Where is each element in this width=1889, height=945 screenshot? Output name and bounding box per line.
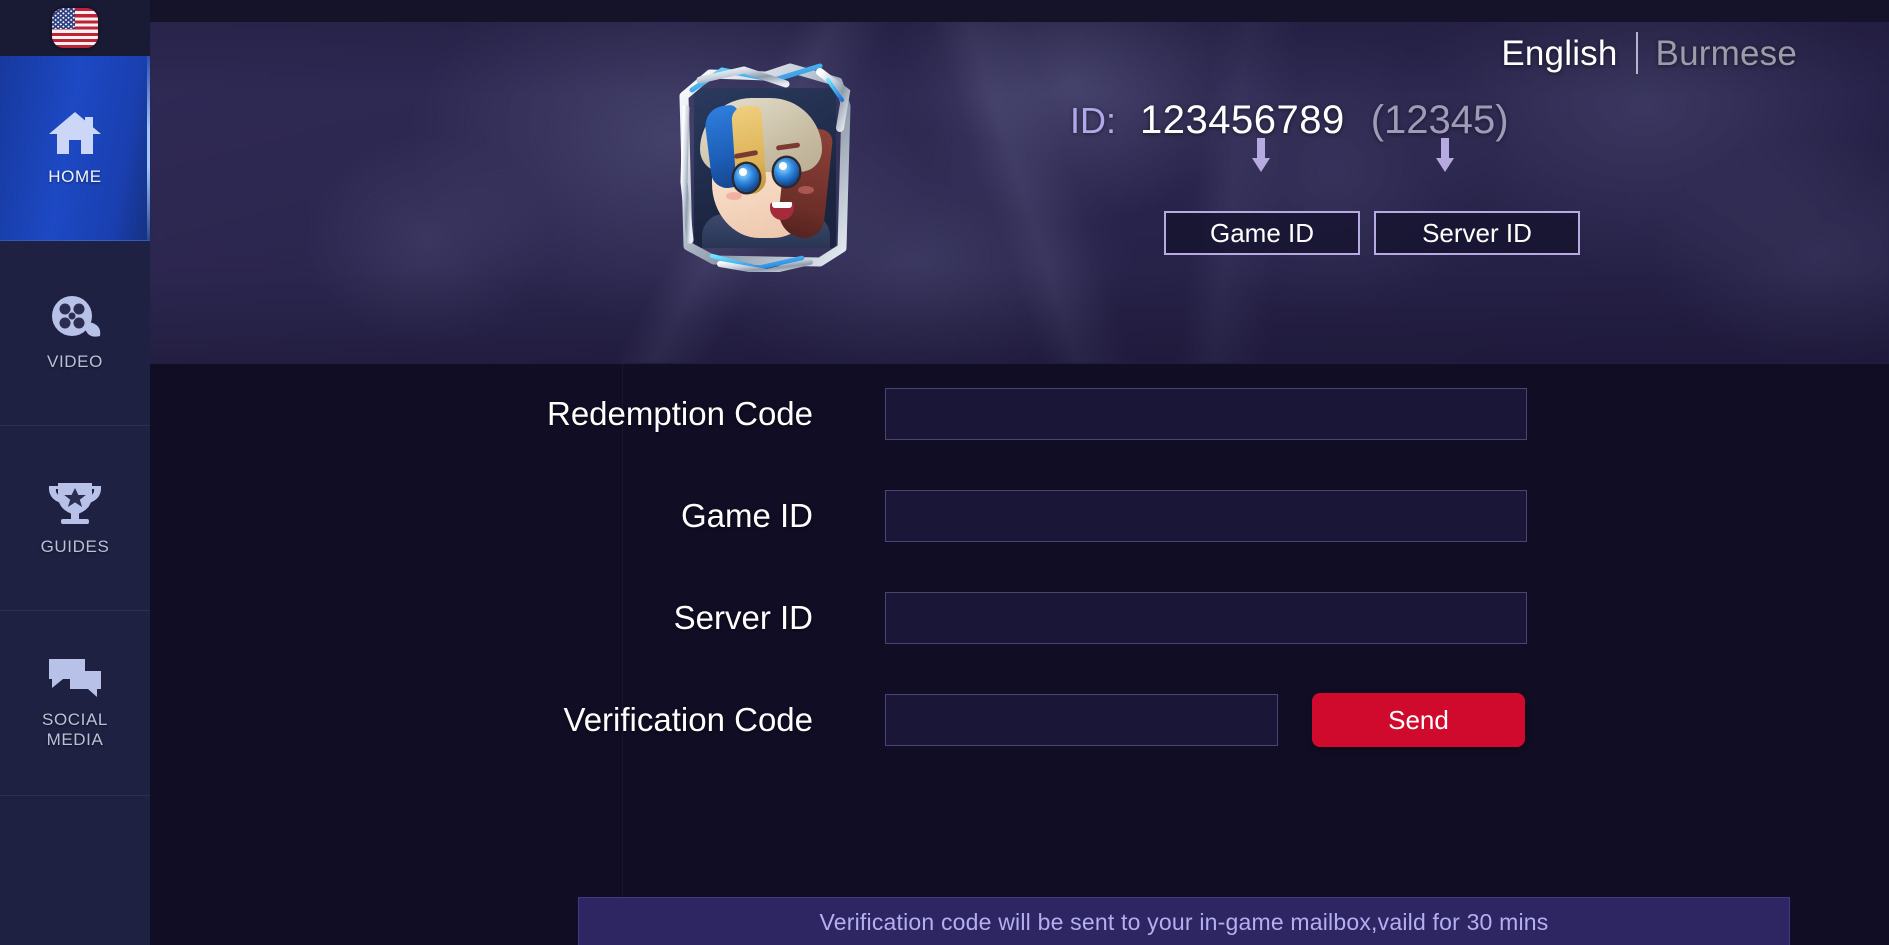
chat-icon	[46, 656, 104, 700]
form-panel: Redemption Code Game ID Server ID Verifi…	[150, 363, 1889, 945]
player-id-line: ID: 123456789 (12345)	[1070, 98, 1509, 143]
flag-stars	[52, 8, 75, 30]
form-row-redemption-code: Redemption Code	[150, 363, 1889, 465]
form-row-verification-code: Verification Code Send	[150, 669, 1889, 771]
tag-server-id: Server ID	[1374, 211, 1580, 255]
sidebar: HOME VIDEO GUIDES SOCIAL MEDIA	[0, 0, 150, 945]
send-button[interactable]: Send	[1312, 693, 1525, 747]
language-option-english[interactable]: English	[1483, 36, 1635, 71]
sidebar-item-video[interactable]: VIDEO	[0, 241, 150, 426]
sidebar-item-social-media[interactable]: SOCIAL MEDIA	[0, 611, 150, 796]
game-id-input[interactable]	[885, 490, 1527, 542]
sidebar-item-label: VIDEO	[47, 352, 103, 372]
sidebar-item-guides[interactable]: GUIDES	[0, 426, 150, 611]
language-option-burmese[interactable]: Burmese	[1638, 36, 1815, 71]
verification-code-input[interactable]	[885, 694, 1278, 746]
top-strip	[150, 0, 1889, 22]
sidebar-item-label: GUIDES	[40, 537, 110, 557]
avatar-frame-icon	[679, 63, 851, 272]
trophy-icon	[46, 479, 104, 527]
redemption-form: Redemption Code Game ID Server ID Verifi…	[150, 363, 1889, 771]
verification-notice: Verification code will be sent to your i…	[578, 897, 1790, 945]
avatar	[670, 62, 860, 272]
redemption-code-input[interactable]	[885, 388, 1527, 440]
home-icon	[48, 109, 102, 157]
form-row-game-id: Game ID	[150, 465, 1889, 567]
main-content: English Burmese ID: 123456789 (12345) Ga…	[150, 0, 1889, 945]
redemption-page: HOME VIDEO GUIDES SOCIAL MEDIA English B…	[0, 0, 1889, 945]
tag-game-id: Game ID	[1164, 211, 1360, 255]
game-id-value: 123456789	[1140, 98, 1345, 142]
id-label: ID:	[1070, 100, 1117, 141]
form-row-server-id: Server ID	[150, 567, 1889, 669]
label-redemption-code: Redemption Code	[547, 395, 813, 432]
label-verification-code: Verification Code	[563, 701, 813, 738]
label-server-id: Server ID	[673, 599, 813, 636]
arrow-down-game-id-icon	[1251, 138, 1271, 174]
label-game-id: Game ID	[680, 497, 813, 534]
us-flag-icon[interactable]	[52, 8, 98, 48]
server-id-value: (12345)	[1370, 98, 1509, 142]
language-switcher: English Burmese	[1483, 32, 1815, 74]
sidebar-item-label: SOCIAL MEDIA	[42, 710, 108, 749]
sidebar-item-home[interactable]: HOME	[0, 56, 150, 241]
server-id-input[interactable]	[885, 592, 1527, 644]
arrow-down-server-id-icon	[1435, 138, 1455, 174]
language-flag-row[interactable]	[0, 0, 150, 56]
film-icon	[48, 294, 102, 342]
sidebar-item-label: HOME	[48, 167, 102, 187]
verification-notice-text: Verification code will be sent to your i…	[819, 908, 1549, 935]
